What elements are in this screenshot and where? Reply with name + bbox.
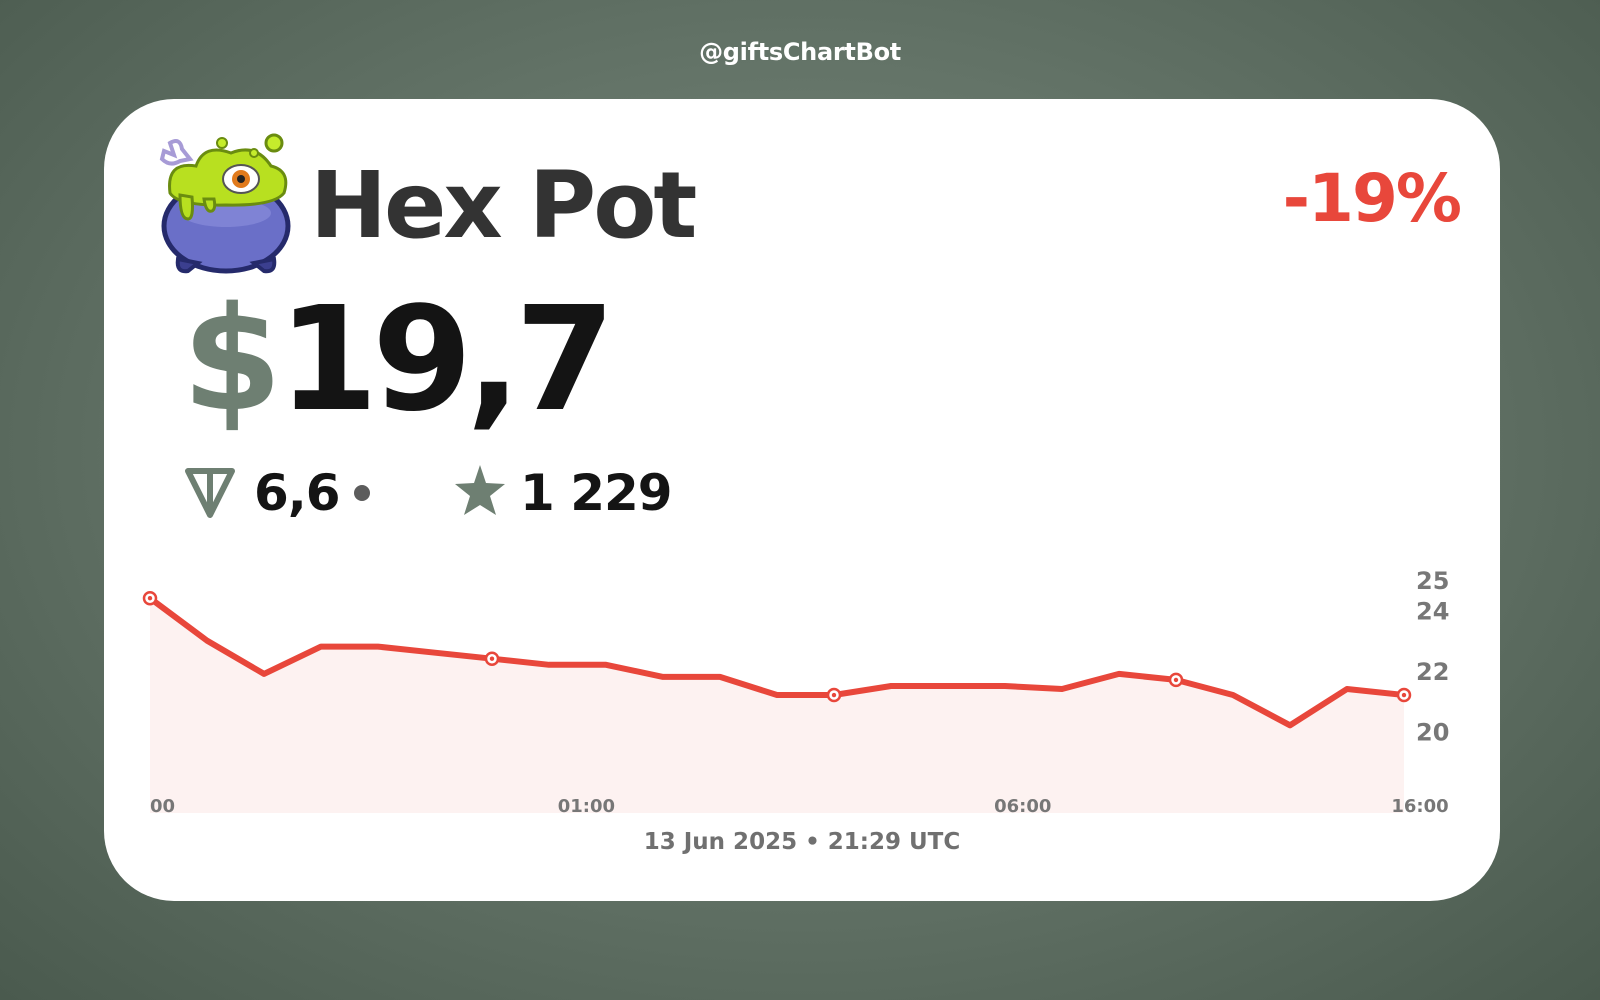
chart-x-tick-label: 16:00 [1391,796,1448,817]
price-change-percent: -19% [1282,160,1462,237]
price-usd-value: 19,7 [278,275,615,443]
chart-point-marker-center [1173,677,1179,683]
chart-area-fill [150,598,1404,813]
bot-handle[interactable]: @giftsChartBot [0,38,1600,66]
currency-symbol: $ [182,275,283,443]
chart-point-marker-center [489,656,495,661]
chart-x-tick-label: 06:00 [994,796,1051,817]
dot-separator [354,485,370,501]
hex-pot-cauldron-icon [159,133,291,274]
chart-x-tick-label: 00 [150,796,175,817]
price-chart: 2524 22 20 00 01:00 06:00 16:00 [142,571,1449,817]
chart-y-tick-label: 25 [1416,571,1449,595]
chart-y-tick-label: 20 [1416,718,1449,746]
price-stars-value: 1 229 [520,464,673,522]
timestamp-footer: 13 Jun 2025 • 21:29 UTC [643,829,961,855]
chart-point-marker-center [831,692,837,698]
telegram-star-icon [455,465,505,515]
alt-prices-row: 6,6 1 229 [182,461,882,531]
chart-x-tick-label: 01:00 [558,796,615,817]
gift-name: Hex Pot [310,152,697,259]
gift-price-card: Hex Pot -19% $ 19,7 6,6 1 229 25 24 22 20 0… [104,99,1500,901]
price-ton-value: 6,6 [254,464,341,522]
chart-y-tick-label: 22 [1416,658,1449,686]
ton-icon [185,468,235,518]
chart-y-tick-label: 24 [1416,597,1449,625]
chart-point-marker-center [147,596,153,601]
chart-point-marker-center [1401,692,1407,698]
